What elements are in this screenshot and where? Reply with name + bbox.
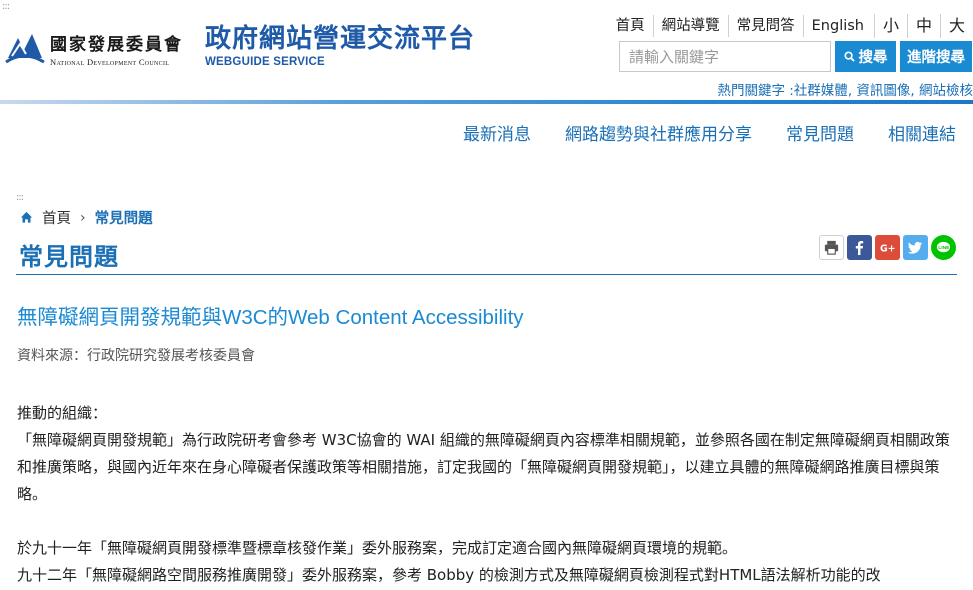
search-button[interactable]: 搜尋 [835, 41, 896, 72]
facebook-share-button[interactable] [847, 235, 872, 260]
utility-nav: 首頁 網站導覽 常見問答 English 小 中 大 [608, 14, 973, 38]
search-icon [843, 51, 855, 62]
article-title: 無障礙網頁開發規範與W3C的Web Content Accessibility [17, 306, 524, 329]
org-name-en: National Development Council [50, 56, 170, 67]
twitter-share-button[interactable] [903, 235, 928, 260]
site-header: 國家發展委員會 National Development Council 政府網… [0, 0, 973, 104]
font-size-switcher: 小 中 大 [874, 14, 973, 38]
article-body: 推動的組織： 「無障礙網頁開發規範」為行政院研考會參考 W3C協會的 WAI 組… [17, 400, 962, 589]
home-icon [20, 211, 33, 223]
svg-text:LINE: LINE [938, 245, 950, 251]
hot-keyword-link[interactable]: 網站檢核 [919, 83, 973, 99]
utility-link-faq[interactable]: 常見問答 [729, 15, 804, 37]
nav-item-links[interactable]: 相關連結 [888, 120, 956, 145]
print-button[interactable] [819, 235, 844, 260]
article-paragraph: 推動的組織： [17, 404, 108, 422]
breadcrumb-separator: › [80, 209, 86, 226]
print-icon [824, 240, 839, 255]
line-icon: LINE [936, 241, 950, 253]
search-button-label: 搜尋 [858, 50, 888, 66]
site-title: 政府網站營運交流平台 [205, 24, 476, 54]
hot-keyword-link[interactable]: 社群媒體 [794, 83, 848, 99]
utility-link-sitemap[interactable]: 網站導覽 [654, 15, 729, 37]
site-subtitle: WEBGUIDE SERVICE [205, 56, 325, 68]
facebook-icon [855, 240, 864, 256]
hot-keywords-label: 熱門關鍵字 : [717, 83, 794, 99]
search-bar: 搜尋 進階搜尋 [619, 41, 972, 72]
article-paragraph: 於九十一年「無障礙網頁開發標準暨標章核發作業」委外服務案，完成訂定適合國內無障礙… [17, 539, 738, 557]
ndc-logo-icon [5, 34, 45, 64]
main-nav: 最新消息 網路趨勢與社群應用分享 常見問題 相關連結 [429, 120, 956, 145]
site-title-block[interactable]: 政府網站營運交流平台 WEBGUIDE SERVICE [205, 26, 475, 68]
font-size-large-button[interactable]: 大 [940, 14, 973, 38]
header-divider-bar [0, 100, 973, 104]
nav-item-news[interactable]: 最新消息 [463, 120, 531, 145]
org-name-cn: 國家發展委員會 [50, 34, 183, 55]
font-size-medium-button[interactable]: 中 [907, 14, 940, 38]
hot-keyword-link[interactable]: 資訊圖像 [856, 83, 910, 99]
line-share-button[interactable]: LINE [931, 235, 956, 260]
title-underline [16, 274, 957, 275]
share-toolbar: G+ LINE [819, 235, 959, 260]
twitter-icon [907, 241, 923, 254]
search-input[interactable] [619, 41, 831, 72]
ndc-logo[interactable]: 國家發展委員會 National Development Council [4, 28, 200, 68]
advanced-search-button[interactable]: 進階搜尋 [900, 41, 972, 72]
hot-keywords: 熱門關鍵字 :社群媒體, 資訊圖像, 網站檢核 [717, 83, 973, 99]
utility-link-home[interactable]: 首頁 [608, 15, 654, 37]
google-plus-icon: G+ [880, 243, 896, 254]
nav-item-trends[interactable]: 網路趨勢與社群應用分享 [565, 120, 752, 145]
breadcrumb: 首頁 › 常見問題 [20, 207, 153, 228]
font-size-small-button[interactable]: 小 [874, 14, 907, 38]
article-paragraph: 九十二年「無障礙網路空間服務推廣開發」委外服務案，參考 Bobby 的檢測方式及… [17, 566, 881, 584]
nav-item-faq[interactable]: 常見問題 [786, 120, 854, 145]
article-paragraph: 「無障礙網頁開發規範」為行政院研考會參考 W3C協會的 WAI 組織的無障礙網頁… [17, 431, 950, 503]
utility-link-english[interactable]: English [804, 15, 872, 37]
google-plus-share-button[interactable]: G+ [875, 235, 900, 260]
svg-text:G+: G+ [880, 243, 896, 254]
page-title: 常見問題 [19, 243, 119, 271]
accesskey-content[interactable]: ::: [16, 193, 24, 203]
breadcrumb-home-link[interactable]: 首頁 [42, 207, 71, 228]
article-source: 資料來源：行政院研究發展考核委員會 [17, 348, 255, 364]
breadcrumb-current[interactable]: 常見問題 [95, 207, 153, 228]
